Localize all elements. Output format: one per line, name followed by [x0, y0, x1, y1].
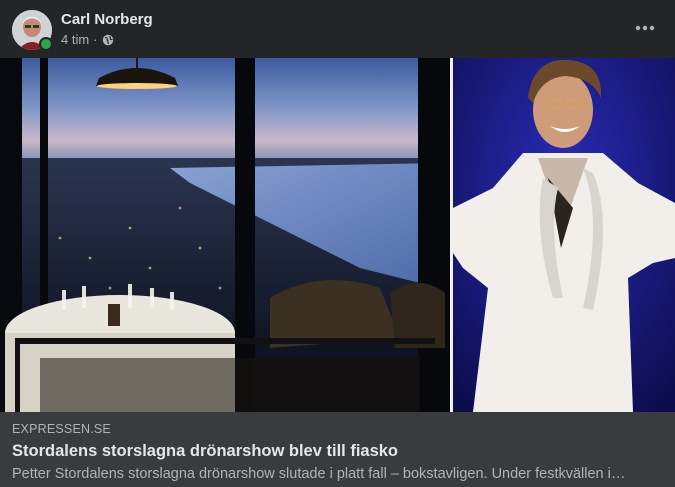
restaurant-view-image	[0, 58, 450, 412]
more-options-button[interactable]	[631, 14, 659, 42]
performer-image	[453, 58, 675, 412]
link-title[interactable]: Stordalens storslagna drönarshow blev ti…	[12, 442, 398, 461]
meta-separator: ·	[93, 32, 98, 47]
post-meta: 4 tim ·	[61, 32, 114, 47]
link-preview-card[interactable]: EXPRESSEN.SE Stordalens storslagna dröna…	[0, 412, 675, 487]
online-status-dot	[39, 37, 53, 51]
author-avatar[interactable]	[12, 10, 53, 51]
post-time[interactable]: 4 tim	[61, 32, 89, 47]
globe-icon[interactable]	[102, 34, 114, 46]
link-domain: EXPRESSEN.SE	[12, 422, 111, 436]
link-description: Petter Stordalens storslagna drönarshow …	[12, 466, 626, 482]
more-options-icon	[635, 25, 655, 31]
link-preview-image[interactable]	[0, 58, 675, 412]
post-header: Carl Norberg 4 tim ·	[0, 0, 675, 58]
author-name[interactable]: Carl Norberg	[61, 11, 153, 28]
